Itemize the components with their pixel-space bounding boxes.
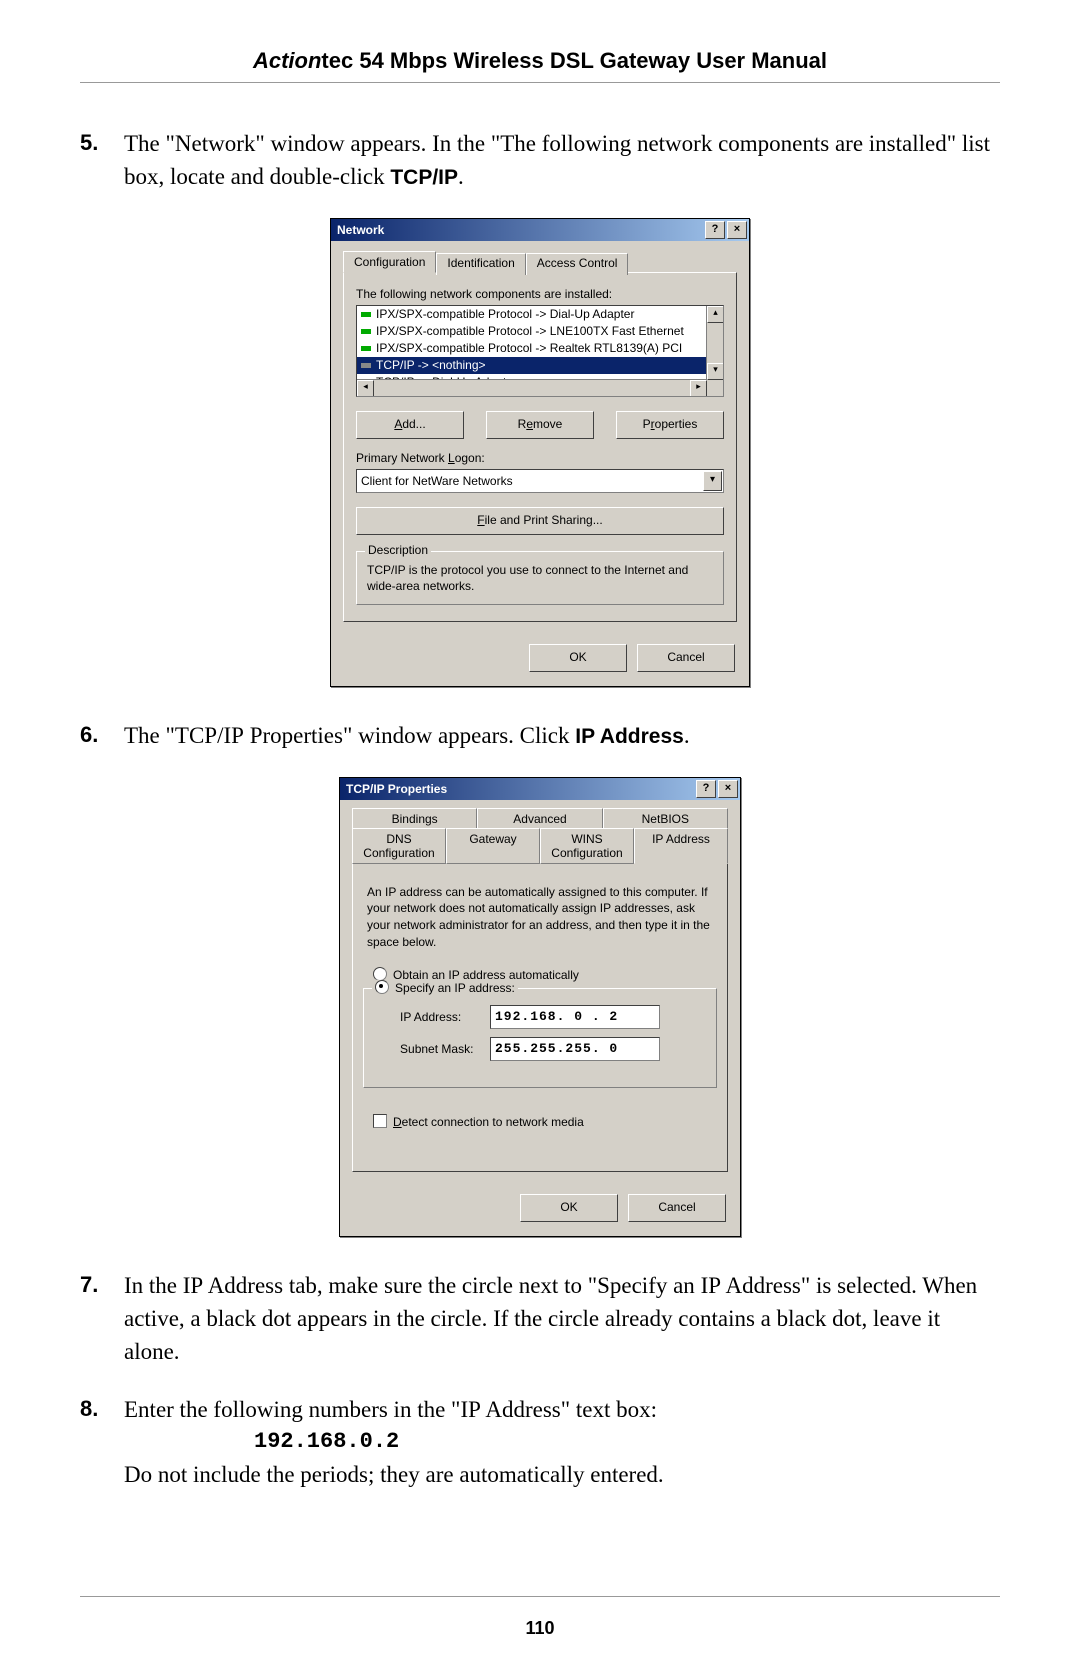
step-7-body: In the IP Address tab, make sure the cir…: [124, 1269, 1000, 1369]
title-rest: tec 54 Mbps Wireless DSL Gateway User Ma…: [321, 48, 827, 73]
scroll-down-icon[interactable]: ▾: [707, 363, 724, 380]
protocol-icon: [359, 341, 373, 355]
description-legend: Description: [365, 543, 431, 557]
radio-unselected-icon[interactable]: [373, 967, 387, 981]
vertical-scrollbar[interactable]: ▴ ▾: [706, 306, 723, 380]
footer-rule: [80, 1596, 1000, 1597]
opt-specify-ip[interactable]: Specify an IP address:Specify an IP addr…: [372, 980, 518, 995]
remove-button[interactable]: RemoveRemove: [486, 411, 594, 439]
ip-address-field[interactable]: 192.168. 0 . 2: [490, 1005, 660, 1029]
step-6-number: 6.: [80, 719, 124, 752]
horizontal-scrollbar[interactable]: ◂ ▸: [357, 379, 707, 396]
tcpip-titlebar: TCP/IP Properties ? ×: [340, 778, 740, 800]
scroll-corner: [707, 380, 723, 396]
scroll-left-icon[interactable]: ◂: [357, 380, 374, 397]
tab-netbios[interactable]: NetBIOS: [603, 808, 728, 829]
step-5: 5. The "Network" window appears. In the …: [80, 127, 1000, 194]
step-7: 7. In the IP Address tab, make sure the …: [80, 1269, 1000, 1369]
description-groupbox: Description TCP/IP is the protocol you u…: [356, 551, 724, 605]
help-button[interactable]: ?: [705, 221, 725, 239]
radio-selected-icon[interactable]: [375, 980, 389, 994]
list-item-selected[interactable]: TCP/IP -> <nothing>: [357, 357, 723, 374]
ok-button[interactable]: OK: [529, 644, 627, 672]
tcpip-tabs-bottom: DNS Configuration Gateway WINS Configura…: [352, 828, 728, 864]
step-8: 8. Enter the following numbers in the "I…: [80, 1393, 1000, 1492]
step-5-number: 5.: [80, 127, 124, 194]
checkbox-icon[interactable]: [373, 1114, 387, 1128]
help-button[interactable]: ?: [696, 780, 716, 798]
subnet-mask-field[interactable]: 255.255.255. 0: [490, 1037, 660, 1061]
ip-info-text: An IP address can be automatically assig…: [367, 884, 713, 951]
step-5-body: The "Network" window appears. In the "Th…: [124, 127, 1000, 194]
tab-dns[interactable]: DNS Configuration: [352, 828, 446, 864]
tab-configuration[interactable]: Configuration: [343, 251, 436, 273]
add-button[interactable]: AAdd...dd...: [356, 411, 464, 439]
ip-address-label: IP Address:IP Address:: [400, 1010, 490, 1024]
tab-advanced[interactable]: Advanced: [477, 808, 602, 829]
chevron-down-icon[interactable]: ▾: [703, 471, 722, 491]
network-tabs: Configuration Identification Access Cont…: [343, 251, 737, 273]
list-item[interactable]: IPX/SPX-compatible Protocol -> Dial-Up A…: [357, 306, 723, 323]
header-rule: [80, 82, 1000, 83]
components-listbox[interactable]: IPX/SPX-compatible Protocol -> Dial-Up A…: [356, 305, 724, 397]
page-header: Actiontec 54 Mbps Wireless DSL Gateway U…: [80, 48, 1000, 74]
protocol-icon: [359, 358, 373, 372]
ok-button[interactable]: OK: [520, 1194, 618, 1222]
step-7-number: 7.: [80, 1269, 124, 1369]
properties-button[interactable]: PropertiesProperties: [616, 411, 724, 439]
scroll-up-icon[interactable]: ▴: [707, 306, 724, 323]
network-dialog: Network ? × Configuration Identification…: [330, 218, 750, 687]
tab-access-control[interactable]: Access Control: [526, 253, 629, 275]
brand: Action: [253, 48, 321, 73]
page-number: 110: [0, 1618, 1080, 1639]
detect-connection[interactable]: Detect connection to network mediaDetect…: [373, 1114, 717, 1129]
network-title: Network: [337, 223, 703, 237]
tab-ip-address[interactable]: IP Address: [634, 828, 728, 864]
tab-gateway[interactable]: Gateway: [446, 828, 540, 864]
ip-value-example: 192.168.0.2: [254, 1426, 1000, 1458]
close-button[interactable]: ×: [718, 780, 738, 798]
list-item[interactable]: IPX/SPX-compatible Protocol -> LNE100TX …: [357, 323, 723, 340]
tcpip-title: TCP/IP Properties: [346, 782, 694, 796]
tab-identification[interactable]: Identification: [436, 253, 525, 275]
protocol-icon: [359, 324, 373, 338]
specify-ip-fieldset: Specify an IP address:Specify an IP addr…: [363, 988, 717, 1088]
network-titlebar: Network ? ×: [331, 219, 749, 241]
components-label: The following network components are ins…: [356, 287, 724, 301]
protocol-icon: [359, 307, 373, 321]
description-text: TCP/IP is the protocol you use to connec…: [367, 562, 713, 594]
close-button[interactable]: ×: [727, 221, 747, 239]
cancel-button[interactable]: Cancel: [628, 1194, 726, 1222]
tab-bindings[interactable]: Bindings: [352, 808, 477, 829]
file-print-sharing-button[interactable]: File and Print Sharing...File and Print …: [356, 507, 724, 535]
step-8-number: 8.: [80, 1393, 124, 1492]
logon-combo[interactable]: Client for NetWare Networks ▾: [356, 469, 724, 493]
scroll-right-icon[interactable]: ▸: [690, 380, 707, 397]
tab-wins[interactable]: WINS Configuration: [540, 828, 634, 864]
tcpip-tabs-top: Bindings Advanced NetBIOS: [352, 808, 728, 829]
cancel-button[interactable]: Cancel: [637, 644, 735, 672]
list-item[interactable]: IPX/SPX-compatible Protocol -> Realtek R…: [357, 340, 723, 357]
step-6: 6. The "TCP/IP Properties" window appear…: [80, 719, 1000, 752]
tcpip-dialog: TCP/IP Properties ? × Bindings Advanced …: [339, 777, 741, 1237]
subnet-mask-label: Subnet Mask:Subnet Mask:: [400, 1042, 490, 1056]
step-8-body: Enter the following numbers in the "IP A…: [124, 1393, 1000, 1492]
logon-label: Primary Network Logon:Primary Network Lo…: [356, 451, 724, 465]
step-6-body: The "TCP/IP Properties" window appears. …: [124, 719, 1000, 752]
